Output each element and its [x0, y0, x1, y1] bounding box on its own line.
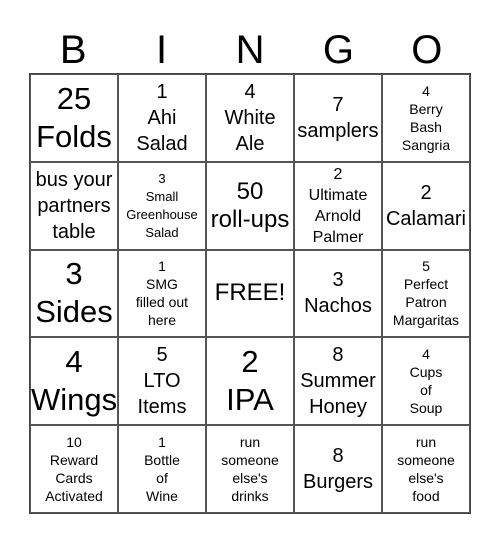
bingo-cell[interactable]: 5 LTO Items [118, 337, 206, 426]
bingo-cell[interactable]: 25 Folds [30, 74, 118, 162]
bingo-cell[interactable]: run someone else's drinks [206, 425, 294, 513]
bingo-cell[interactable]: 2 Calamari [382, 161, 470, 250]
bingo-cell[interactable]: 8 Burgers [294, 425, 382, 513]
bingo-cell[interactable]: 4 Cups of Soup [382, 337, 470, 426]
bingo-cell[interactable]: 10 Reward Cards Activated [30, 425, 118, 513]
bingo-cell[interactable]: 2 Ultimate Arnold Palmer [294, 161, 382, 250]
header-letter-g: G [322, 28, 354, 72]
bingo-cell[interactable]: 3 Sides [30, 249, 118, 338]
bingo-cell[interactable]: 5 Perfect Patron Margaritas [382, 249, 470, 338]
header-letter-b: B [59, 28, 87, 72]
bingo-cell[interactable]: run someone else's food [382, 425, 470, 513]
bingo-cell[interactable]: 4 White Ale [206, 74, 294, 162]
header-letter-i: I [156, 28, 168, 72]
bingo-cell[interactable]: 1 Bottle of Wine [118, 425, 206, 513]
bingo-cell[interactable]: 8 Summer Honey [294, 337, 382, 426]
bingo-cell[interactable]: 1 SMG filled out here [118, 249, 206, 338]
bingo-cell[interactable]: 2 IPA [206, 337, 294, 426]
bingo-cell[interactable]: 1 Ahi Salad [118, 74, 206, 162]
bingo-cell[interactable]: 7 samplers [294, 74, 382, 162]
bingo-cell[interactable]: 50 roll-ups [206, 161, 294, 250]
bingo-cell[interactable]: 3 Small Greenhouse Salad [118, 161, 206, 250]
bingo-cell[interactable]: bus your partners table [30, 161, 118, 250]
bingo-header: B I N G O [29, 28, 471, 72]
header-letter-n: N [235, 28, 265, 72]
bingo-grid: 25 Folds 1 Ahi Salad 4 White Ale 7 samplers… [29, 73, 471, 514]
bingo-cell[interactable]: FREE! [206, 249, 294, 338]
header-letter-o: O [411, 28, 443, 72]
bingo-cell[interactable]: 3 Nachos [294, 249, 382, 338]
bingo-cell[interactable]: 4 Berry Bash Sangria [382, 74, 470, 162]
bingo-cell[interactable]: 4 Wings [30, 337, 118, 426]
